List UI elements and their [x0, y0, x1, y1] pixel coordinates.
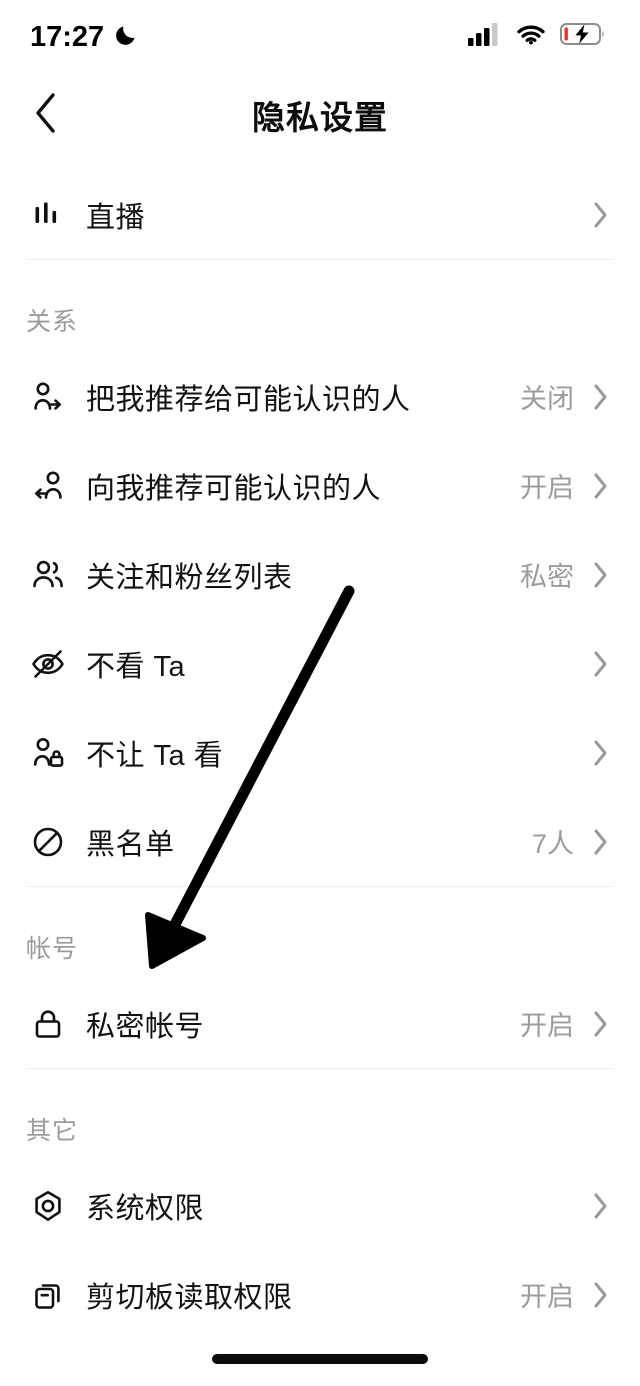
settings-section-relations: 关系 把我推荐给可能认识的人 关闭 向我推荐可能认识的人 开启 关注和粉丝列表 …	[0, 260, 640, 887]
settings-row-recommend-me-to-others[interactable]: 把我推荐给可能认识的人 关闭	[0, 352, 640, 441]
section-top-spacer	[0, 158, 640, 170]
block-circle-icon	[26, 820, 70, 864]
home-indicator-bar	[212, 1354, 428, 1364]
settings-row-value: 开启	[520, 1282, 574, 1312]
settings-row-label: 把我推荐给可能认识的人	[86, 383, 411, 416]
settings-row-label: 剪切板读取权限	[86, 1281, 293, 1314]
settings-row-label: 不看 Ta	[86, 650, 186, 683]
settings-row-value: 私密	[520, 562, 574, 592]
settings-row-label: 私密帐号	[86, 1010, 205, 1043]
settings-row-label: 关注和粉丝列表	[86, 561, 293, 594]
padlock-icon	[26, 1002, 70, 1046]
chevron-right-icon	[590, 560, 612, 590]
chevron-right-icon	[590, 827, 612, 857]
settings-row-private-account[interactable]: 私密帐号 开启	[0, 979, 640, 1068]
moon-icon	[114, 21, 140, 52]
clipboard-copy-icon	[26, 1273, 70, 1317]
chevron-right-icon	[590, 382, 612, 412]
wifi-icon	[515, 22, 547, 51]
status-bar-left: 17:27	[30, 21, 140, 52]
settings-row-following-followers-list[interactable]: 关注和粉丝列表 私密	[0, 530, 640, 619]
chevron-right-icon	[590, 1191, 612, 1221]
section-header-other: 其它	[26, 1117, 79, 1145]
settings-row-value: 开启	[520, 1011, 574, 1041]
status-bar-right	[468, 22, 606, 51]
live-broadcast-icon	[26, 193, 70, 237]
settings-list: 直播 关系 把我推荐给可能认识的人 关闭 向我推荐可能认识的人 开启 关注和粉丝…	[0, 158, 640, 1339]
settings-row-label: 直播	[86, 201, 146, 234]
settings-row-hide-their-posts[interactable]: 不看 Ta	[0, 619, 640, 708]
settings-row-live[interactable]: 直播	[0, 170, 640, 259]
settings-section-other: 其它 系统权限 剪切板读取权限 开启	[0, 1069, 640, 1339]
cellular-signal-icon	[468, 22, 502, 51]
page-title: 隐私设置	[252, 99, 388, 136]
hex-nut-icon	[26, 1184, 70, 1228]
chevron-right-icon	[590, 1280, 612, 1310]
chevron-right-icon	[590, 738, 612, 768]
settings-section-live: 直播	[0, 158, 640, 260]
status-time: 17:27	[30, 20, 105, 53]
settings-row-block-them-from-seeing-me[interactable]: 不让 Ta 看	[0, 708, 640, 797]
person-recommend-out-icon	[26, 375, 70, 419]
settings-row-system-permissions[interactable]: 系统权限	[0, 1161, 640, 1250]
battery-charging-icon	[560, 22, 606, 51]
settings-row-label: 黑名单	[86, 828, 175, 861]
settings-row-blacklist[interactable]: 黑名单 7人	[0, 797, 640, 886]
section-header-account: 帐号	[26, 935, 79, 963]
settings-section-account: 帐号 私密帐号 开启	[0, 887, 640, 1069]
chevron-right-icon	[590, 649, 612, 679]
settings-row-label: 不让 Ta 看	[86, 739, 224, 772]
status-bar: 17:27	[0, 0, 640, 72]
chevron-right-icon	[590, 1009, 612, 1039]
chevron-right-icon	[590, 471, 612, 501]
eye-off-icon	[26, 642, 70, 686]
person-lock-icon	[26, 731, 70, 775]
settings-row-label: 向我推荐可能认识的人	[86, 472, 382, 505]
settings-row-clipboard-read-permission[interactable]: 剪切板读取权限 开启	[0, 1250, 640, 1339]
person-recommend-in-icon	[26, 464, 70, 508]
navigation-bar: 隐私设置	[0, 72, 640, 158]
section-header-relations: 关系	[26, 308, 79, 336]
phone-screen: 17:27 隐私设置 直播 关系 把我推荐给可能认识的人 关闭 向我推荐可能认识…	[0, 0, 640, 1386]
settings-row-value: 开启	[520, 473, 574, 503]
settings-row-recommend-others-to-me[interactable]: 向我推荐可能认识的人 开启	[0, 441, 640, 530]
settings-row-value: 关闭	[520, 384, 574, 414]
chevron-right-icon	[590, 200, 612, 230]
settings-row-value: 7人	[531, 829, 574, 859]
two-people-icon	[26, 553, 70, 597]
settings-row-label: 系统权限	[86, 1192, 205, 1225]
